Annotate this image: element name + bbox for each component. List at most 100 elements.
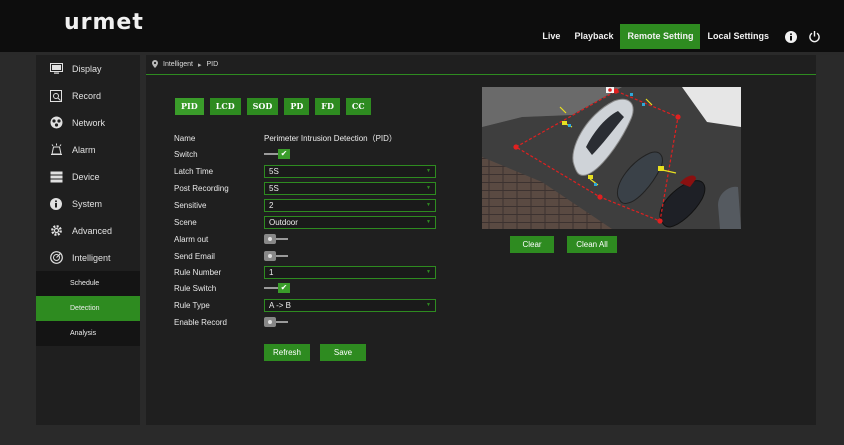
enable-record-row: Enable Record <box>174 316 292 328</box>
scene-select[interactable]: Outdoor ▼ <box>264 215 436 229</box>
clean-all-button[interactable]: Clean All <box>567 236 617 253</box>
tab-pd[interactable]: PD <box>284 98 310 115</box>
sensitive-row: Sensitive 2 ▼ <box>174 198 436 212</box>
nav-playback[interactable]: Playback <box>567 24 620 49</box>
refresh-button[interactable]: Refresh <box>264 344 310 361</box>
sidebar-item-system[interactable]: System <box>36 190 140 217</box>
breadcrumb-separator-icon: ▸ <box>197 61 202 69</box>
nav-remote-setting[interactable]: Remote Setting <box>620 24 701 49</box>
sidebar-item-network[interactable]: Network <box>36 109 140 136</box>
sidebar-item-label: Record <box>72 90 102 101</box>
save-button[interactable]: Save <box>320 344 366 361</box>
clear-button[interactable]: Clear <box>510 236 554 253</box>
urmet-logo: urmet <box>64 10 144 35</box>
check-icon: ✔ <box>278 283 290 293</box>
tab-pid[interactable]: PID <box>175 98 204 115</box>
caret-down-icon: ▼ <box>426 167 431 174</box>
sensitive-label: Sensitive <box>174 200 207 210</box>
breadcrumb: Intelligent ▸ PID <box>146 55 816 75</box>
sidebar-item-alarm[interactable]: Alarm <box>36 136 140 163</box>
breadcrumb-section[interactable]: Intelligent <box>163 61 193 68</box>
scene-label: Scene <box>174 217 197 227</box>
sidebar-item-label: System <box>72 198 103 209</box>
latch-time-label: Latch Time <box>174 166 214 176</box>
caret-down-icon: ▼ <box>426 301 431 308</box>
post-recording-label: Post Recording <box>174 183 229 193</box>
sidebar-item-display[interactable]: Display <box>36 55 140 82</box>
caret-down-icon: ▼ <box>426 201 431 208</box>
rule-switch-toggle[interactable]: ✔ <box>264 283 292 293</box>
name-label: Name <box>174 133 196 143</box>
sidebar-item-advanced[interactable]: Advanced <box>36 217 140 244</box>
camera-preview[interactable] <box>482 87 741 229</box>
caret-down-icon: ▼ <box>426 184 431 191</box>
post-recording-select[interactable]: 5S ▼ <box>264 181 436 195</box>
rule-switch-label: Rule Switch <box>174 283 217 293</box>
monitor-icon <box>49 62 63 76</box>
record-icon <box>49 89 63 103</box>
main-panel: Intelligent ▸ PID PID LCD SOD PD FD CC N… <box>146 55 816 425</box>
detection-tabs: PID LCD SOD PD FD CC <box>175 98 377 115</box>
sidebar-item-label: Alarm <box>72 144 96 155</box>
alarm-out-label: Alarm out <box>174 234 209 244</box>
tab-lcd[interactable]: LCD <box>209 98 241 115</box>
caret-down-icon: ▼ <box>426 218 431 225</box>
alarm-out-row: Alarm out <box>174 233 292 245</box>
scene-row: Scene Outdoor ▼ <box>174 215 436 229</box>
top-bar: urmet Live Playback Remote Setting Local… <box>0 0 844 52</box>
location-pin-icon <box>152 59 158 70</box>
post-recording-row: Post Recording 5S ▼ <box>174 181 436 195</box>
check-icon: ✔ <box>278 149 290 159</box>
network-icon <box>49 116 63 130</box>
latch-time-select[interactable]: 5S ▼ <box>264 164 436 178</box>
caret-down-icon: ▼ <box>426 268 431 275</box>
sidebar-item-device[interactable]: Device <box>36 163 140 190</box>
sidebar-subitem-schedule[interactable]: Schedule <box>36 271 140 296</box>
sidebar-item-label: Intelligent <box>72 252 111 263</box>
switch-row: Switch ✔ <box>174 148 292 160</box>
nav-local-settings[interactable]: Local Settings <box>700 24 776 49</box>
sidebar-item-label: Network <box>72 117 106 128</box>
rule-number-row: Rule Number 1 ▼ <box>174 265 436 279</box>
rule-switch-row: Rule Switch ✔ <box>174 282 292 294</box>
switch-label: Switch <box>174 149 198 159</box>
sensitive-select[interactable]: 2 ▼ <box>264 198 436 212</box>
enable-record-label: Enable Record <box>174 317 227 327</box>
camera-scene <box>482 87 741 229</box>
name-row: Name Perimeter Intrusion Detection（PID） <box>174 132 397 144</box>
power-icon[interactable] <box>806 29 822 45</box>
name-value: Perimeter Intrusion Detection（PID） <box>264 133 397 143</box>
enable-record-toggle[interactable] <box>264 317 292 327</box>
sidebar-item-record[interactable]: Record <box>36 82 140 109</box>
send-email-row: Send Email <box>174 250 292 262</box>
sidebar-item-label: Device <box>72 171 100 182</box>
tab-fd[interactable]: FD <box>315 98 340 115</box>
sidebar-item-label: Display <box>72 63 102 74</box>
sidebar: Display Record Network Alarm Device Syst… <box>36 55 140 425</box>
main-nav: Live Playback Remote Setting Local Setti… <box>535 24 822 49</box>
sidebar-subitem-analysis[interactable]: Analysis <box>36 321 140 346</box>
send-email-label: Send Email <box>174 251 215 261</box>
rule-number-select[interactable]: 1 ▼ <box>264 265 436 279</box>
gear-icon <box>49 224 63 238</box>
rule-type-select[interactable]: A -> B ▼ <box>264 298 436 312</box>
tab-sod[interactable]: SOD <box>246 98 279 115</box>
info-icon <box>49 197 63 211</box>
breadcrumb-page: PID <box>206 61 219 68</box>
device-icon <box>49 170 63 184</box>
latch-time-row: Latch Time 5S ▼ <box>174 164 436 178</box>
rule-type-label: Rule Type <box>174 300 210 310</box>
tab-cc[interactable]: CC <box>345 98 371 115</box>
nav-live[interactable]: Live <box>535 24 567 49</box>
sidebar-item-intelligent[interactable]: Intelligent <box>36 244 140 271</box>
rule-number-label: Rule Number <box>174 267 222 277</box>
alarm-icon <box>49 143 63 157</box>
alarm-out-toggle[interactable] <box>264 234 292 244</box>
sidebar-subitem-detection[interactable]: Detection <box>36 296 140 321</box>
rule-type-row: Rule Type A -> B ▼ <box>174 298 436 312</box>
sidebar-item-label: Advanced <box>72 225 113 236</box>
send-email-toggle[interactable] <box>264 251 292 261</box>
info-icon[interactable] <box>783 29 799 45</box>
switch-toggle[interactable]: ✔ <box>264 149 292 159</box>
intelligent-icon <box>49 251 63 265</box>
